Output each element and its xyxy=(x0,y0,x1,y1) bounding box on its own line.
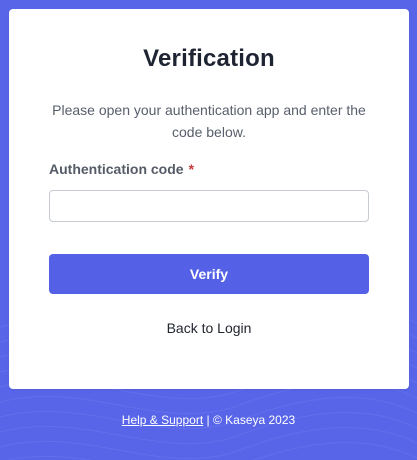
footer-separator: | xyxy=(203,413,213,427)
auth-code-label-row: Authentication code * xyxy=(49,161,194,177)
verification-description: Please open your authentication app and … xyxy=(52,102,366,140)
verify-button[interactable]: Verify xyxy=(49,254,369,294)
page-title: Verification xyxy=(143,45,275,72)
verification-card: Verification Please open your authentica… xyxy=(9,9,409,389)
back-to-login-link[interactable]: Back to Login xyxy=(9,320,409,336)
footer: Help & Support | © Kaseya 2023 xyxy=(0,413,417,427)
auth-code-label: Authentication code xyxy=(49,161,184,177)
help-support-link[interactable]: Help & Support xyxy=(122,413,203,427)
required-marker: * xyxy=(188,161,195,177)
copyright-text: © Kaseya 2023 xyxy=(212,413,296,427)
auth-code-input[interactable] xyxy=(49,190,369,222)
